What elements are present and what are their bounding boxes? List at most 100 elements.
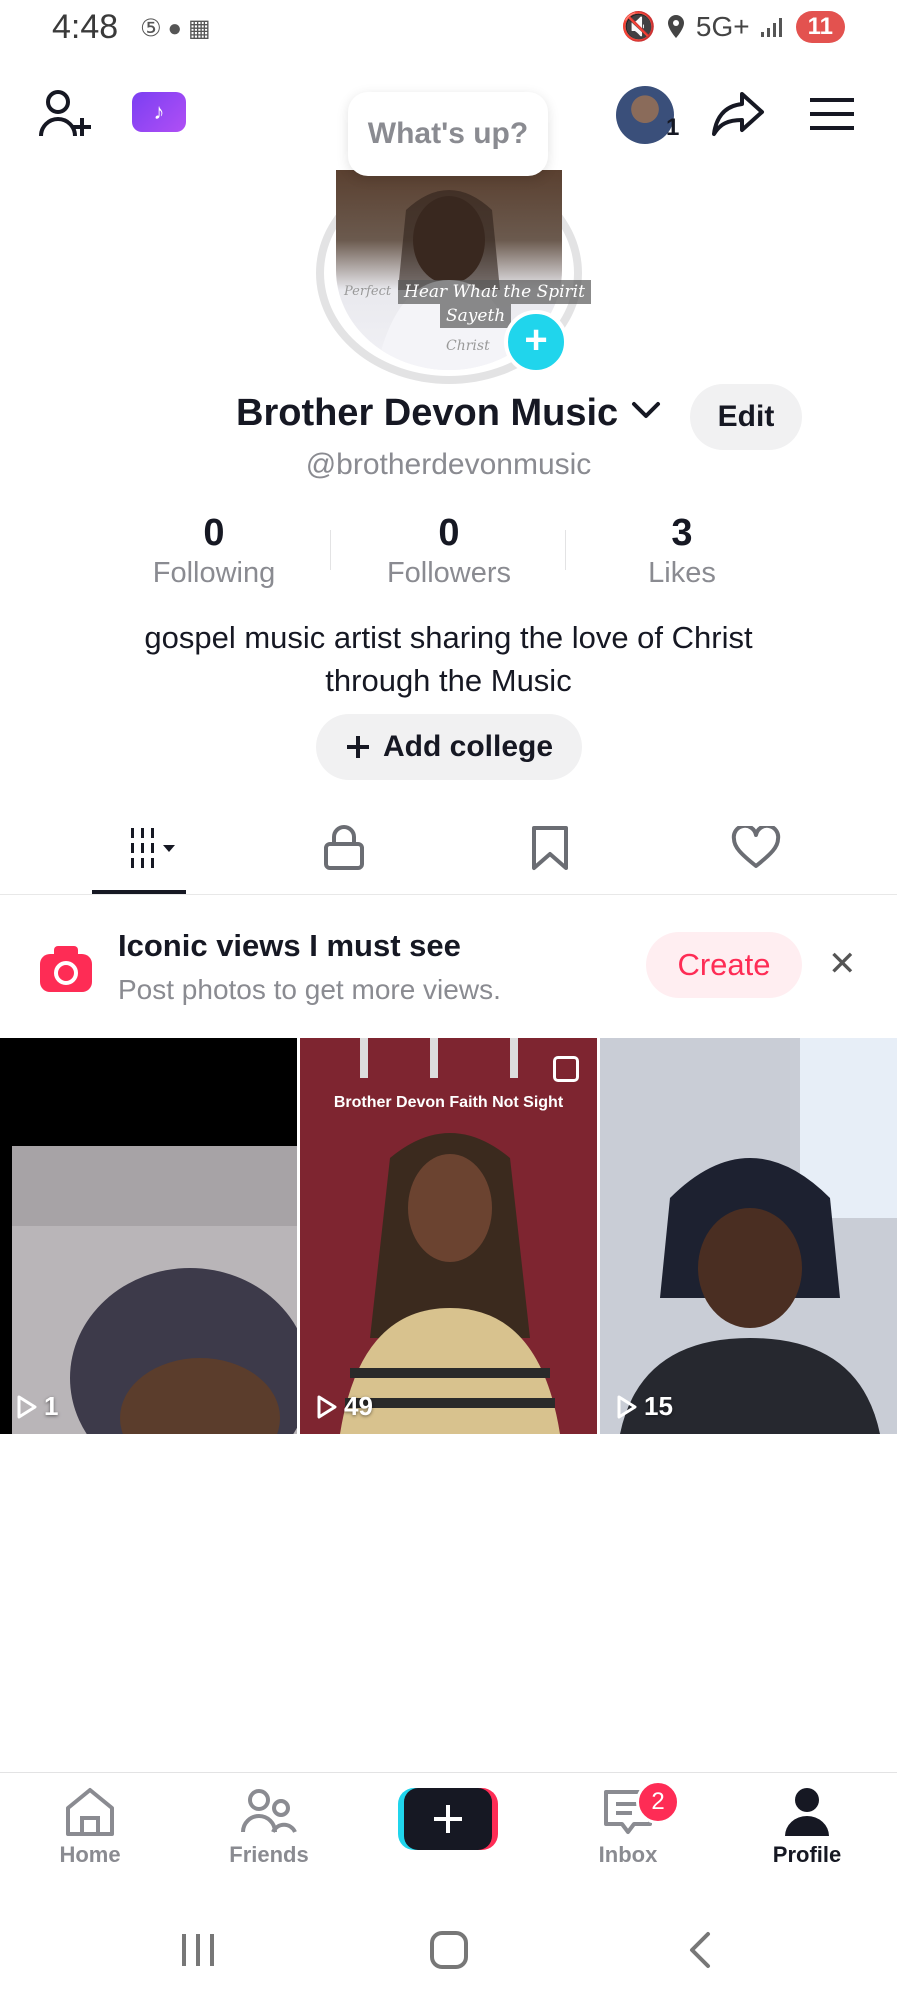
back-chevron-icon — [690, 1932, 710, 1968]
stat-likes[interactable]: 3 Likes — [582, 512, 782, 590]
nav-friends[interactable]: Friends — [199, 1786, 339, 1868]
stat-value: 0 — [203, 512, 225, 554]
add-person-icon — [39, 90, 91, 137]
network-label: 5G+ — [695, 10, 750, 42]
mute-icon: 🔇 — [621, 11, 656, 42]
stat-value: 3 — [671, 512, 693, 554]
whats-up-tooltip[interactable]: What's up? — [348, 92, 548, 176]
nav-profile[interactable]: Profile — [737, 1786, 877, 1868]
stat-label: Followers — [386, 557, 512, 589]
status-bar: 4:48 ⑤●▦ 🔇 5G+ 11 — [0, 0, 897, 60]
promo-title: Iconic views I must see — [118, 928, 461, 963]
profile-photo-text: Christ — [446, 338, 490, 354]
plus-icon: + — [524, 318, 548, 362]
notification-icons: ⑤●▦ — [140, 14, 217, 43]
calendar-icon: ▦ — [188, 15, 217, 42]
menu-button[interactable] — [804, 90, 860, 138]
video-thumbnail[interactable]: Brother Devon Faith Not Sight 49 — [300, 1038, 597, 1434]
view-count-value: 1 — [44, 1391, 59, 1421]
stat-label: Likes — [648, 557, 716, 589]
system-home-button[interactable] — [428, 1930, 470, 1975]
create-button[interactable]: Create — [646, 932, 802, 998]
display-name[interactable]: Brother Devon Music — [236, 392, 618, 435]
hamburger-menu-icon — [810, 98, 854, 130]
stat-followers[interactable]: 0 Followers — [349, 512, 549, 590]
tab-liked[interactable] — [706, 818, 806, 878]
home-icon — [66, 1788, 114, 1836]
recent-apps-icon — [182, 1934, 214, 1966]
bookmark-icon — [532, 826, 568, 870]
signal-icon — [760, 17, 782, 37]
add-story-button[interactable]: + — [504, 310, 568, 374]
home-square-icon — [430, 1931, 468, 1969]
tabs-divider — [0, 894, 897, 895]
avatar-count: 1 — [666, 114, 680, 141]
thumbnail-image — [0, 1038, 297, 1434]
location-icon — [667, 14, 684, 38]
username: @brotherdevonmusic — [305, 448, 592, 481]
video-thumbnail[interactable]: 1 — [0, 1038, 297, 1434]
status-right: 🔇 5G+ 11 — [621, 10, 845, 43]
play-icon — [17, 1395, 37, 1418]
stat-divider — [330, 530, 331, 570]
bio-line: gospel music artist sharing the love of … — [144, 620, 753, 655]
friends-icon — [241, 1789, 297, 1833]
share-profile-button[interactable] — [708, 86, 768, 142]
view-count: 1 — [16, 1391, 58, 1422]
tiktok-logo-icon: ♪ — [153, 99, 165, 124]
bio-line: through the Music — [325, 663, 572, 698]
nav-home[interactable]: Home — [20, 1786, 160, 1868]
profile-person-icon — [785, 1788, 829, 1836]
bio[interactable]: gospel music artist sharing the love of … — [60, 616, 837, 702]
close-promo-button[interactable]: ✕ — [828, 944, 857, 984]
nav-label: Home — [59, 1842, 121, 1867]
tab-videos[interactable] — [100, 818, 200, 878]
nav-label: Friends — [229, 1842, 309, 1867]
recent-apps-button[interactable] — [176, 1930, 220, 1975]
create-post-button[interactable] — [398, 1786, 498, 1852]
view-count: 49 — [316, 1391, 373, 1422]
profile-photo-text: Perfect — [344, 284, 392, 299]
system-back-button[interactable] — [684, 1930, 714, 1975]
inbox-badge: 2 — [636, 1780, 680, 1824]
add-college-label: Add college — [382, 730, 554, 763]
add-friend-button[interactable] — [36, 86, 96, 142]
stat-value: 0 — [438, 512, 460, 554]
nav-label: Profile — [772, 1842, 842, 1867]
video-thumbnail[interactable]: 15 — [600, 1038, 897, 1434]
add-college-button[interactable]: Add college — [316, 714, 582, 780]
play-icon — [317, 1395, 337, 1418]
profile-photo-text: Hear What the Spirit — [398, 280, 591, 304]
bottom-nav-divider — [0, 1772, 897, 1773]
tiktok-studio-button[interactable]: ♪ — [132, 92, 186, 132]
view-count-value: 49 — [344, 1391, 373, 1421]
grid-videos-icon — [131, 828, 175, 868]
tab-private[interactable] — [294, 818, 394, 878]
view-count-value: 15 — [644, 1391, 673, 1421]
profile-photo-text: Sayeth — [440, 304, 512, 328]
create-plus-icon — [398, 1788, 498, 1850]
close-icon: ✕ — [828, 945, 857, 983]
view-count: 15 — [616, 1391, 673, 1422]
tab-favorites[interactable] — [500, 818, 600, 878]
play-icon — [617, 1395, 637, 1418]
heart-icon — [731, 826, 781, 868]
promo-subtitle: Post photos to get more views. — [118, 974, 501, 1005]
thumbnail-caption: Brother Devon Faith Not Sight — [333, 1094, 564, 1111]
thumbnail-image — [600, 1038, 897, 1434]
app-notification-icon: ⑤ — [140, 15, 168, 42]
battery-indicator: 11 — [795, 10, 845, 43]
lock-icon — [324, 825, 364, 870]
nav-label: Inbox — [598, 1842, 658, 1867]
status-time: 4:48 — [52, 8, 119, 46]
plus-icon — [346, 736, 369, 758]
chevron-down-icon[interactable] — [630, 398, 662, 422]
stat-divider — [565, 530, 566, 570]
chat-bubble-icon: ● — [167, 15, 189, 42]
edit-profile-button[interactable]: Edit — [690, 384, 802, 450]
stat-label: Following — [152, 557, 276, 589]
multi-photo-icon — [553, 1056, 579, 1082]
camera-icon — [40, 946, 92, 992]
stat-following[interactable]: 0 Following — [114, 512, 314, 590]
share-arrow-icon — [712, 92, 764, 136]
